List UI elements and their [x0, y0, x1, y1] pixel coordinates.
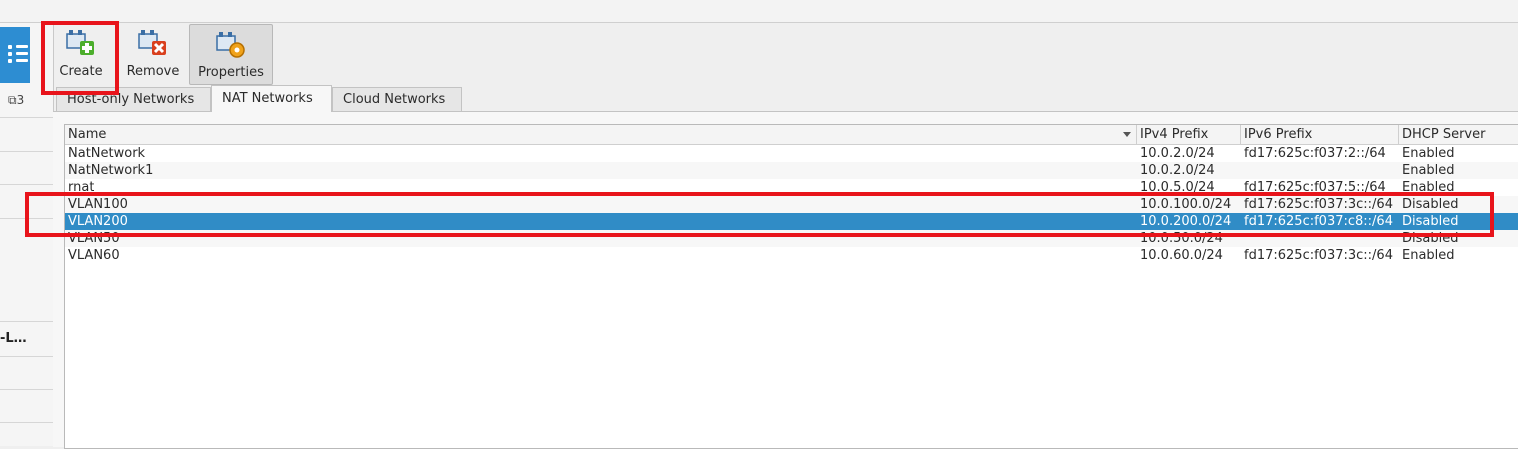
cell-name: NatNetwork1 [68, 163, 154, 178]
cell-name: VLAN60 [68, 248, 120, 263]
window-top-bar [0, 0, 1518, 23]
cell-dhcp: Enabled [1402, 146, 1455, 161]
column-header-ipv4[interactable]: IPv4 Prefix [1137, 125, 1241, 144]
table-row-selected[interactable]: VLAN200 10.0.200.0/24 fd17:625c:f037:c8:… [65, 213, 1518, 230]
table-header: Name IPv4 Prefix IPv6 Prefix DHCP Server [65, 125, 1518, 145]
cell-ipv4: 10.0.200.0/24 [1140, 214, 1232, 229]
table-row[interactable]: VLAN50 10.0.50.0/24 Disabled [65, 230, 1518, 247]
table-row[interactable]: NatNetwork 10.0.2.0/24 fd17:625c:f037:2:… [65, 145, 1518, 162]
cell-ipv6: fd17:625c:f037:2::/64 [1244, 146, 1386, 161]
cell-ipv4: 10.0.50.0/24 [1140, 231, 1223, 246]
cell-ipv6: fd17:625c:f037:c8::/64 [1244, 214, 1393, 229]
cell-ipv6: fd17:625c:f037:3c::/64 [1244, 197, 1393, 212]
cell-name: VLAN200 [68, 214, 128, 229]
network-properties-icon [216, 32, 245, 58]
cell-name: VLAN100 [68, 197, 128, 212]
cell-dhcp: Disabled [1402, 214, 1459, 229]
remove-network-icon [138, 30, 166, 55]
column-header-name[interactable]: Name [65, 125, 1137, 144]
vm-count: ⧉3 [8, 93, 25, 107]
left-tools-panel: ⧉3 -L… [0, 23, 54, 446]
cell-dhcp: Enabled [1402, 163, 1455, 178]
table-row[interactable]: rnat 10.0.5.0/24 fd17:625c:f037:5::/64 E… [65, 179, 1518, 196]
cell-dhcp: Enabled [1402, 248, 1455, 263]
remove-button[interactable]: Remove [119, 23, 187, 83]
cell-dhcp: Disabled [1402, 231, 1459, 246]
cell-dhcp: Disabled [1402, 197, 1459, 212]
table-row[interactable]: NatNetwork1 10.0.2.0/24 Enabled [65, 162, 1518, 179]
network-type-tabs: Host-only Networks NAT Networks Cloud Ne… [53, 85, 1518, 112]
copy-icon: ⧉ [8, 93, 17, 107]
network-toolbar: Create Remove Properties [53, 23, 1518, 85]
table-row[interactable]: VLAN100 10.0.100.0/24 fd17:625c:f037:3c:… [65, 196, 1518, 213]
cell-ipv4: 10.0.100.0/24 [1140, 197, 1232, 212]
cell-ipv4: 10.0.2.0/24 [1140, 146, 1215, 161]
cell-ipv4: 10.0.2.0/24 [1140, 163, 1215, 178]
sort-arrow-icon [1123, 132, 1131, 137]
tab-host-only-networks[interactable]: Host-only Networks [56, 87, 211, 111]
remove-button-label: Remove [126, 64, 180, 79]
create-network-icon [66, 30, 94, 55]
cell-name: VLAN50 [68, 231, 120, 246]
create-button[interactable]: Create [53, 23, 109, 83]
nat-networks-panel: Name IPv4 Prefix IPv6 Prefix DHCP Server… [53, 111, 1518, 449]
table-row[interactable]: VLAN60 10.0.60.0/24 fd17:625c:f037:3c::/… [65, 247, 1518, 264]
tab-nat-networks[interactable]: NAT Networks [211, 85, 332, 112]
properties-button[interactable]: Properties [189, 24, 273, 85]
cell-ipv4: 10.0.60.0/24 [1140, 248, 1223, 263]
cell-dhcp: Enabled [1402, 180, 1455, 195]
tools-menu-icon[interactable] [0, 27, 30, 83]
create-button-label: Create [59, 64, 103, 79]
cell-name: rnat [68, 180, 95, 195]
tab-cloud-networks[interactable]: Cloud Networks [332, 87, 462, 111]
vm-name-truncated[interactable]: -L… [0, 331, 27, 346]
cell-ipv6: fd17:625c:f037:5::/64 [1244, 180, 1386, 195]
column-header-ipv6[interactable]: IPv6 Prefix [1241, 125, 1399, 144]
cell-ipv4: 10.0.5.0/24 [1140, 180, 1215, 195]
cell-ipv6: fd17:625c:f037:3c::/64 [1244, 248, 1393, 263]
properties-button-label: Properties [198, 65, 264, 80]
nat-networks-table[interactable]: Name IPv4 Prefix IPv6 Prefix DHCP Server… [64, 124, 1518, 449]
column-header-dhcp[interactable]: DHCP Server [1399, 125, 1518, 144]
cell-name: NatNetwork [68, 146, 146, 161]
